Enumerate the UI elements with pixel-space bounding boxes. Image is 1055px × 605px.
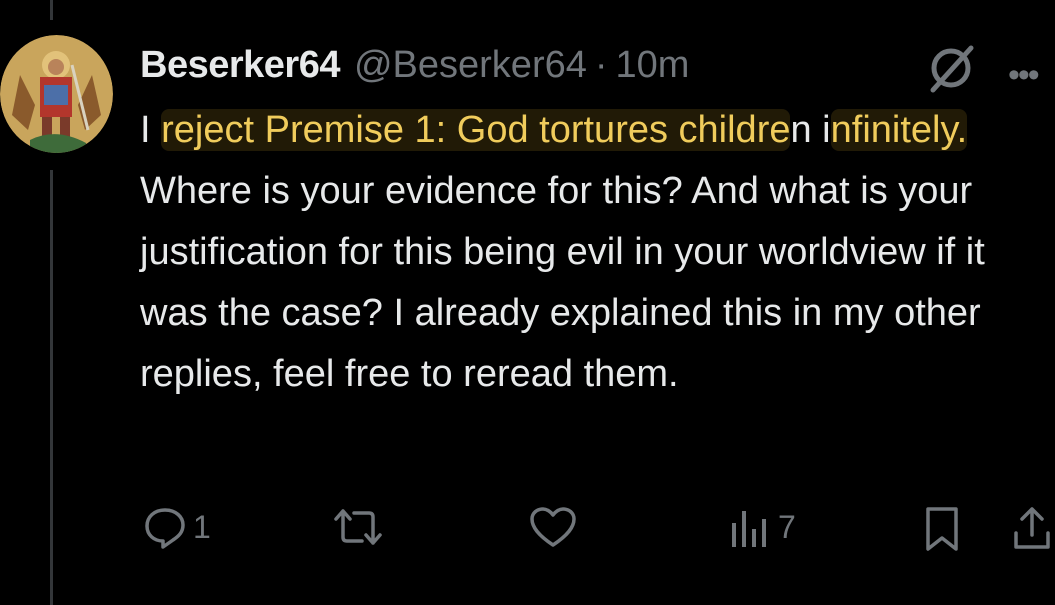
reply-count: 1 [193, 508, 211, 545]
handle[interactable]: @Beserker64 [354, 44, 587, 87]
text-prefix: I [140, 109, 162, 151]
text-mid: n i [790, 109, 831, 151]
avatar[interactable] [0, 35, 113, 153]
thread-line-top [50, 0, 53, 20]
bookmark-icon [926, 507, 958, 551]
avatar-icon [0, 35, 113, 153]
timestamp[interactable]: 10m [616, 44, 690, 87]
retweet-button[interactable] [330, 505, 386, 549]
display-name[interactable]: Beserker64 [140, 44, 340, 87]
views-button[interactable]: 7 [728, 505, 796, 549]
retweet-icon [334, 509, 382, 545]
highlight-2: nfinitely. [830, 109, 968, 151]
action-bar: 1 7 [0, 500, 1055, 560]
text-rest: Where is your evidence for this? And wha… [140, 170, 985, 395]
bookmark-button[interactable] [922, 505, 962, 553]
tweet-text: I reject Premise 1: God tortures childre… [140, 100, 1040, 405]
more-icon[interactable]: ••• [1008, 58, 1040, 92]
share-icon [1014, 507, 1050, 549]
grok-icon[interactable] [925, 42, 977, 94]
views-icon [732, 511, 766, 547]
highlight-1: reject Premise 1: God tortures childre [161, 109, 791, 151]
separator: · [594, 43, 608, 86]
share-button[interactable] [1010, 505, 1054, 553]
like-icon [530, 507, 576, 547]
reply-button[interactable]: 1 [143, 505, 211, 549]
reply-icon [145, 508, 185, 549]
like-button[interactable] [528, 505, 578, 549]
views-count: 7 [778, 508, 796, 545]
tweet-header: Beserker64 @Beserker64 · 10m [140, 40, 689, 90]
